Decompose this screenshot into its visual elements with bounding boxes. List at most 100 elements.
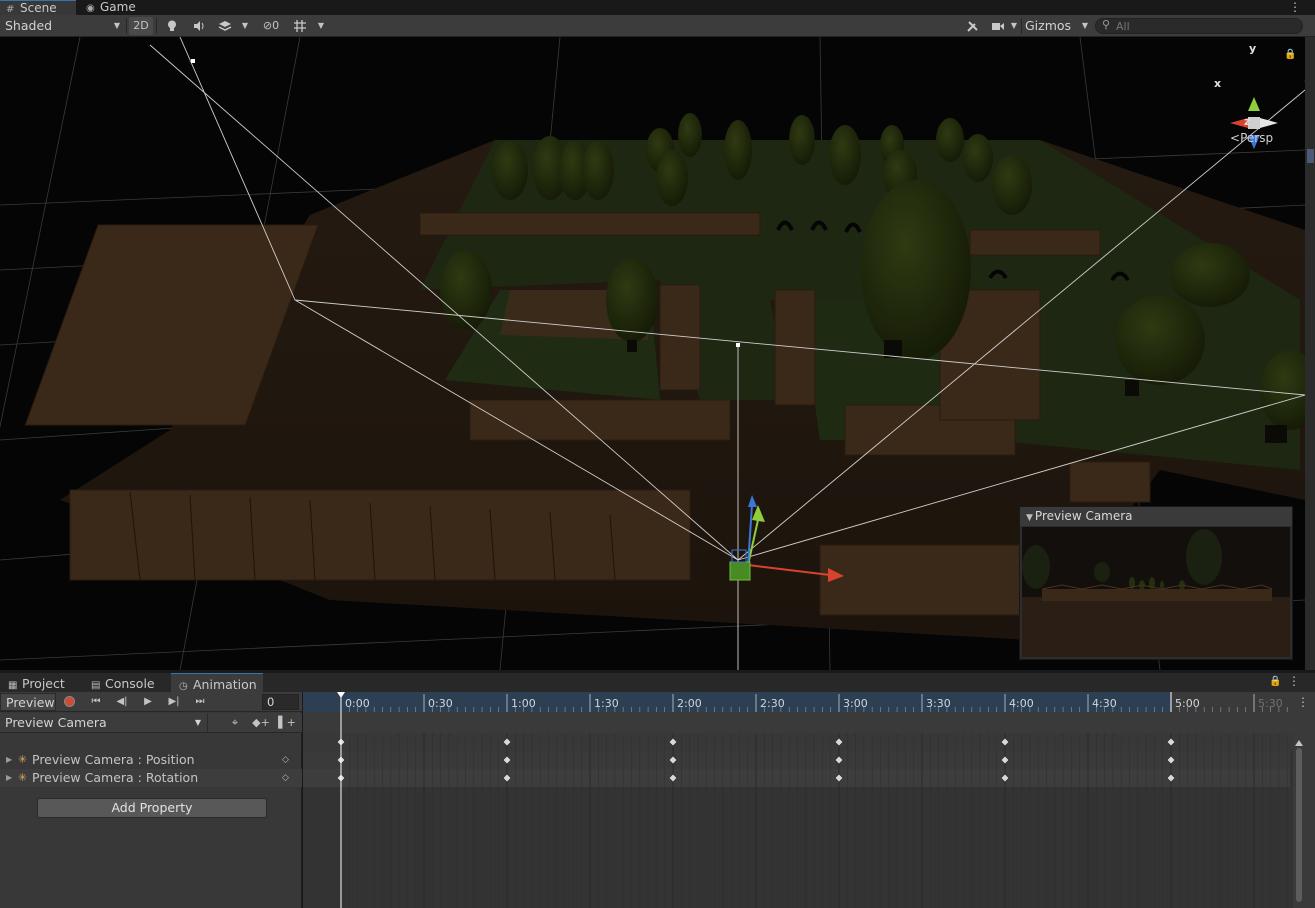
search-icon: ⚲ [1102,18,1111,31]
expand-arrow-icon[interactable]: ▶ [6,751,12,769]
speaker-icon [194,21,204,31]
clip-selector-dropdown[interactable]: Preview Camera ▼ [0,714,208,732]
tab-game[interactable]: ◉ Game [80,0,150,15]
timeline-scrollbar-thumb [1296,748,1302,902]
time-label: 4:00 [1009,697,1034,710]
tab-console[interactable]: ▤ Console [83,673,169,693]
property-row-position[interactable]: ▶ ✳ Preview Camera : Position ◇ [0,751,302,769]
clip-row: Preview Camera ▼ ⌖ ◆+ ▌+ [0,713,302,733]
gizmo-x-label: x [1214,77,1222,90]
shading-mode-dropdown[interactable]: Shaded ▼ [0,17,124,35]
add-property-button[interactable]: Add Property [37,798,267,818]
preview-camera-viewport [1022,527,1290,657]
tab-animation-label: Animation [193,677,257,692]
effects-dropdown[interactable]: ▼ [237,17,253,35]
time-label: 1:00 [511,697,536,710]
timeline-canvas[interactable]: 0:00 0:30 1:00 1:30 2:00 2:30 3:00 3:30 4:00 4:30… [303,692,1315,908]
timeline-menu-icon[interactable]: ⋮ [1297,695,1309,709]
play-icon: ▶ [144,696,152,707]
gamepad-icon: ◉ [86,3,95,14]
gizmo-z-label: z [1244,115,1251,128]
frame-number-field[interactable] [262,694,299,710]
property-label: Preview Camera : Rotation [32,770,199,785]
tab-game-label: Game [100,0,136,14]
transform-icon: ✳ [18,753,28,766]
preview-camera-header[interactable]: ▼ Preview Camera [1020,507,1292,526]
time-label: 5:30 [1258,697,1283,710]
scene-scrollbar[interactable] [1305,37,1315,670]
next-keyframe-button[interactable]: ▶| [162,694,186,710]
preview-render [1022,527,1290,657]
chevron-down-icon: ▼ [241,21,249,30]
add-event-button[interactable]: ▌+ [274,714,300,732]
skip-last-icon: ⏭ [195,696,205,707]
chevron-down-icon: ▼ [1010,21,1018,30]
property-row-rotation[interactable]: ▶ ✳ Preview Camera : Rotation ◇ [0,769,302,787]
step-forward-icon: ▶| [168,696,180,707]
record-button[interactable] [57,694,81,710]
effects-toggle[interactable] [214,17,236,35]
toolbar-divider [156,18,157,34]
animation-timeline[interactable]: 0:00 0:30 1:00 1:30 2:00 2:30 3:00 3:30 4:00 4:30… [303,692,1315,908]
grid-toggle[interactable] [289,17,311,35]
hidden-objects-count: 0 [272,19,280,32]
bottom-tab-bar: ▦ Project ▤ Console ◷ Animation [0,672,1315,693]
camera-settings-button[interactable] [988,17,1008,35]
projection-toggle[interactable]: <Persp [1230,131,1273,145]
scrollbar-thumb[interactable] [1307,149,1314,163]
camera-dropdown[interactable]: ▼ [1008,17,1020,35]
gizmos-dropdown[interactable]: Gizmos ▼ [1022,17,1090,35]
tab-project-label: Project [22,676,65,691]
add-keyframe-icon: ◆+ [252,716,270,729]
filter-selected-button[interactable]: ⌖ [222,714,248,732]
empty-track-area [303,787,1290,908]
previous-keyframe-button[interactable]: ◀​| [110,694,134,710]
audio-toggle[interactable] [187,17,211,35]
chevron-down-icon: ▼ [194,718,201,727]
add-event-icon: ▌+ [278,716,296,729]
keyframe-toggle-icon[interactable]: ◇ [282,769,289,787]
chevron-down-icon: ▼ [317,21,325,30]
camera-icon [992,23,1004,30]
preview-toggle-button[interactable]: Preview [0,693,56,711]
perspective-icon: < [1230,131,1241,145]
lighting-toggle[interactable] [160,17,184,35]
tab-scene[interactable]: # Scene [0,0,76,15]
scene-visibility-toggle[interactable]: ⊘0 [256,17,286,35]
lock-icon[interactable]: 🔒 [1269,676,1281,687]
preview-camera-overlay[interactable]: ▼ Preview Camera [1019,506,1293,660]
camera-target-marker [736,343,740,347]
tab-scene-label: Scene [20,1,57,15]
grid-dropdown[interactable]: ▼ [313,17,329,35]
tab-animation[interactable]: ◷ Animation [171,673,263,693]
time-label: 3:00 [843,697,868,710]
keyframe-toggle-icon[interactable]: ◇ [282,751,289,769]
last-keyframe-button[interactable]: ⏭ [188,694,212,710]
window-menu-icon[interactable]: ⋮ [1289,0,1301,14]
skip-first-icon: ⏮ [91,696,101,707]
lock-icon[interactable]: 🔒 [1284,49,1296,60]
2d-mode-toggle[interactable]: 2D [129,17,153,35]
scene-search-input[interactable] [1116,19,1296,33]
transform-icon: ✳ [18,771,28,784]
record-icon [63,696,75,707]
tools-button[interactable] [962,17,984,35]
grid-icon [294,20,306,32]
play-button[interactable]: ▶ [136,694,160,710]
time-label: 2:30 [760,697,785,710]
add-keyframe-button[interactable]: ◆+ [248,714,274,732]
scene-viewport[interactable]: y x z 🔒 <Persp ▼ Preview Camera [0,37,1305,670]
time-label: 0:00 [345,697,370,710]
scene-search-field[interactable]: ⚲ [1095,18,1303,34]
step-back-icon: ◀​| [116,696,128,707]
tab-project[interactable]: ▦ Project [0,673,82,693]
time-label: 2:00 [677,697,702,710]
first-keyframe-button[interactable]: ⏮ [84,694,108,710]
clip-name: Preview Camera [5,715,107,730]
shading-mode-value: Shaded [5,18,53,33]
expand-arrow-icon[interactable]: ▶ [6,769,12,787]
time-label: 4:30 [1092,697,1117,710]
panel-menu-icon[interactable]: ⋮ [1288,674,1300,688]
time-label: 0:30 [428,697,453,710]
eye-hidden-icon: ⊘ [262,19,273,32]
